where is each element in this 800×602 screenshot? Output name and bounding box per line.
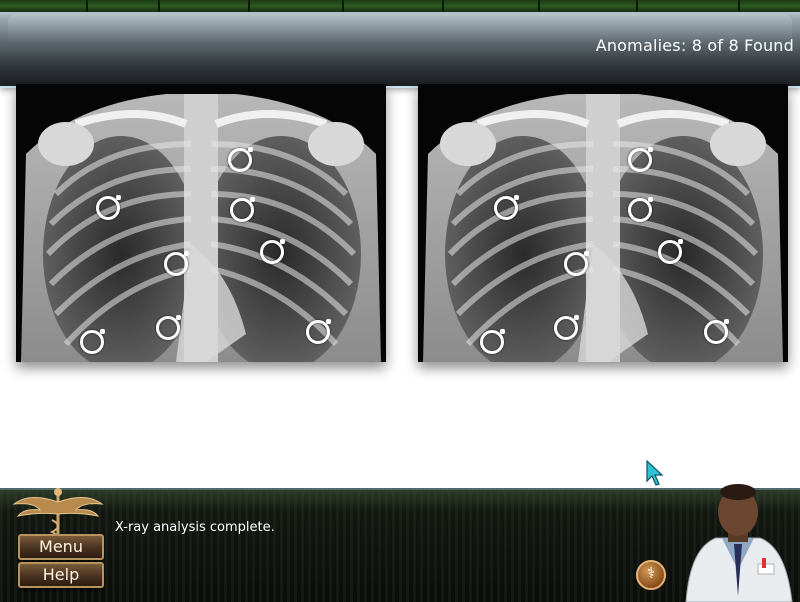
anomaly-marker[interactable]: [628, 197, 653, 222]
mouse-cursor-icon: [646, 460, 664, 486]
xray-panel-left[interactable]: [16, 84, 386, 362]
doctor-portrait: [685, 484, 793, 602]
anomaly-marker[interactable]: [480, 329, 505, 354]
anomaly-marker[interactable]: [306, 319, 331, 344]
anomaly-marker[interactable]: [80, 329, 105, 354]
caduceus-icon: ⚕: [646, 564, 656, 582]
anomaly-marker[interactable]: [554, 315, 579, 340]
anomaly-marker[interactable]: [658, 239, 683, 264]
xray-panel-right[interactable]: [418, 84, 788, 362]
anomaly-marker[interactable]: [564, 251, 589, 276]
chest-xray-image: [418, 84, 788, 362]
anomaly-marker[interactable]: [228, 147, 253, 172]
anomaly-marker[interactable]: [260, 239, 285, 264]
menu-button[interactable]: Menu: [18, 534, 104, 560]
status-message: X-ray analysis complete.: [115, 520, 275, 535]
anomaly-marker[interactable]: [704, 319, 729, 344]
caduceus-badge-button[interactable]: ⚕: [636, 560, 666, 590]
anomaly-marker[interactable]: [164, 251, 189, 276]
anomaly-marker[interactable]: [494, 195, 519, 220]
help-button[interactable]: Help: [18, 562, 104, 588]
header-bar: Anomalies: 8 of 8 Found: [0, 12, 800, 88]
anomaly-marker[interactable]: [156, 315, 181, 340]
anomaly-marker[interactable]: [628, 147, 653, 172]
top-grass-strip: [0, 0, 800, 12]
anomalies-counter: Anomalies: 8 of 8 Found: [595, 36, 794, 55]
bottom-bar: Menu Help X-ray analysis complete. ⚕: [0, 484, 800, 602]
anomaly-marker[interactable]: [96, 195, 121, 220]
anomaly-marker[interactable]: [230, 197, 255, 222]
